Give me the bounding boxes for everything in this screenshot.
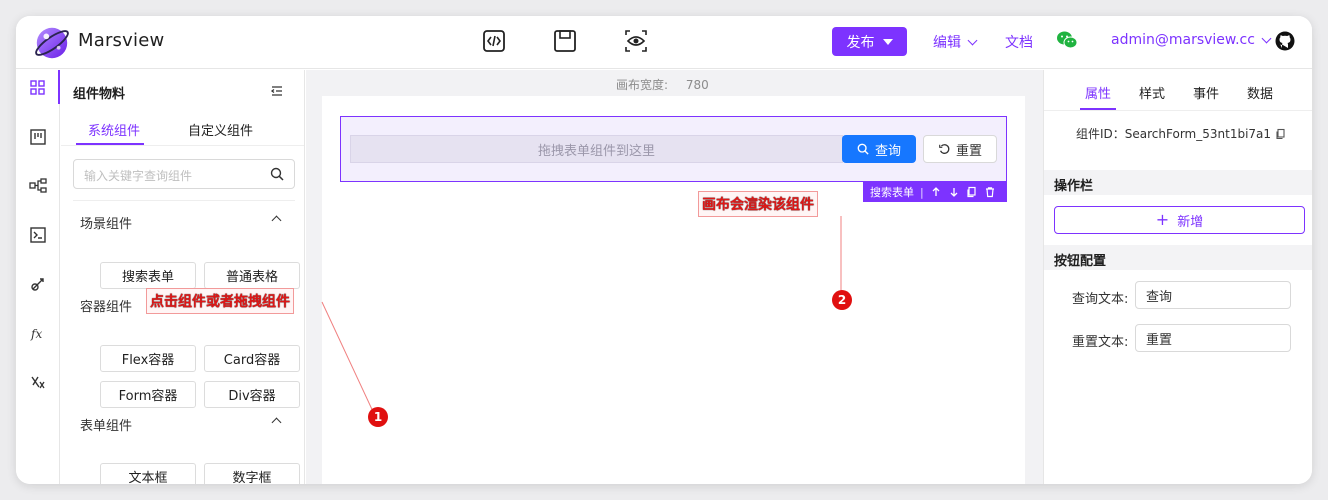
- query-label: 查询: [874, 143, 901, 159]
- component-id: 组件ID：SearchForm_53nt1bi7a1: [1076, 125, 1287, 142]
- group-title-scene: 场景组件: [80, 217, 133, 232]
- docs-link[interactable]: 文档: [1005, 32, 1033, 52]
- outline-icon[interactable]: [29, 128, 47, 146]
- function-icon[interactable]: fx: [29, 324, 47, 342]
- props-tab-divider: [1044, 110, 1312, 111]
- api-icon[interactable]: [29, 275, 47, 293]
- wechat-icon[interactable]: [1056, 30, 1078, 50]
- marsview-logo-icon[interactable]: [33, 24, 71, 62]
- tab-properties[interactable]: 属性: [1085, 83, 1111, 102]
- section-actions: 操作栏: [1044, 170, 1312, 195]
- component-card[interactable]: Card容器: [204, 345, 300, 372]
- arrow-down-icon[interactable]: [948, 186, 960, 198]
- tab-styles[interactable]: 样式: [1139, 83, 1165, 102]
- panel-title: 组件物料: [73, 87, 126, 102]
- components-icon[interactable]: [29, 79, 47, 97]
- left-rail: fx: [16, 70, 60, 484]
- group-divider: [73, 200, 295, 201]
- annotation-note-2: 画布会渲染该组件: [698, 191, 818, 217]
- copy-icon[interactable]: [1275, 128, 1287, 140]
- group-title-form: 表单组件: [80, 419, 133, 434]
- canvas-width-readout: 画布宽度: 780: [616, 76, 709, 93]
- brand-name: Marsview: [78, 30, 165, 51]
- flow-icon[interactable]: [29, 177, 47, 195]
- component-number[interactable]: 数字框: [204, 463, 300, 484]
- user-label: admin@marsview.cc: [1111, 32, 1255, 48]
- add-button[interactable]: + 新增: [1054, 206, 1305, 234]
- selected-component-name: 搜索表单: [870, 186, 914, 199]
- edit-label: 编辑: [933, 35, 961, 51]
- tab-custom-components[interactable]: 自定义组件: [188, 120, 253, 139]
- tab-events[interactable]: 事件: [1193, 83, 1219, 102]
- reset-text-label: 重置文本:: [1072, 335, 1129, 350]
- component-div[interactable]: Div容器: [204, 381, 300, 408]
- publish-button[interactable]: 发布: [832, 27, 907, 56]
- reset-button[interactable]: 重置: [923, 135, 997, 163]
- reload-icon: [939, 144, 950, 154]
- tab-divider: [61, 145, 304, 146]
- query-button[interactable]: 查询: [842, 135, 916, 163]
- component-id-text: 组件ID：SearchForm_53nt1bi7a1: [1076, 127, 1272, 141]
- query-text-input[interactable]: [1135, 281, 1291, 309]
- svg-text:fx: fx: [30, 327, 42, 341]
- chevron-up-icon[interactable]: [271, 215, 282, 226]
- properties-panel: 属性 样式 事件 数据 组件ID：SearchForm_53nt1bi7a1 操…: [1043, 70, 1312, 484]
- chevron-down-icon: [1261, 33, 1272, 43]
- terminal-icon[interactable]: [29, 226, 47, 244]
- delete-icon[interactable]: [984, 186, 996, 198]
- top-header: Marsview 发布 编辑 文档 admin@marsview.cc: [16, 16, 1312, 69]
- docs-label: 文档: [1005, 35, 1033, 51]
- section-button-config: 按钮配置: [1044, 245, 1312, 270]
- materials-panel: 组件物料 系统组件 自定义组件 输入关键字查询组件 场景组件 搜索表单 普通表格…: [61, 70, 305, 484]
- github-icon[interactable]: [1275, 31, 1295, 51]
- search-placeholder: 输入关键字查询组件: [84, 169, 193, 183]
- toolbar-separator: |: [920, 185, 924, 199]
- search-form-component[interactable]: 拖拽表单组件到这里 查询 重置: [340, 116, 1007, 182]
- annotation-dot-2: 2: [832, 290, 852, 310]
- group-title-container: 容器组件: [80, 300, 133, 315]
- rail-active-indicator: [58, 70, 60, 104]
- selection-toolbar: 搜索表单 |: [863, 182, 1007, 202]
- search-icon: [857, 143, 869, 155]
- variables-icon[interactable]: [29, 373, 47, 391]
- component-form[interactable]: Form容器: [100, 381, 196, 408]
- component-input[interactable]: 文本框: [100, 463, 196, 484]
- save-icon[interactable]: [552, 28, 578, 54]
- query-text-label: 查询文本:: [1072, 292, 1129, 307]
- edit-menu[interactable]: 编辑: [933, 32, 978, 52]
- annotation-note-1: 点击组件或者拖拽组件: [146, 288, 294, 314]
- user-menu[interactable]: admin@marsview.cc: [1111, 32, 1272, 48]
- component-flex[interactable]: Flex容器: [100, 345, 196, 372]
- publish-label: 发布: [846, 34, 875, 51]
- search-icon[interactable]: [270, 167, 284, 181]
- caret-down-icon: [882, 38, 893, 45]
- chevron-down-icon: [967, 35, 978, 45]
- component-table[interactable]: 普通表格: [204, 262, 300, 289]
- copy-icon[interactable]: [966, 186, 978, 198]
- tab-data[interactable]: 数据: [1247, 83, 1273, 102]
- chevron-up-icon[interactable]: [271, 417, 282, 428]
- code-icon[interactable]: [481, 28, 507, 54]
- component-search-input[interactable]: 输入关键字查询组件: [73, 159, 295, 189]
- canvas-width-label: 画布宽度:: [616, 78, 669, 92]
- component-search-form[interactable]: 搜索表单: [100, 262, 196, 289]
- drop-zone[interactable]: 拖拽表单组件到这里: [350, 135, 843, 163]
- collapse-icon[interactable]: [269, 83, 285, 99]
- plus-icon: +: [1155, 210, 1170, 229]
- preview-icon[interactable]: [623, 28, 649, 54]
- tab-system-components[interactable]: 系统组件: [88, 120, 140, 139]
- arrow-up-icon[interactable]: [930, 186, 942, 198]
- add-label: 新增: [1177, 214, 1204, 230]
- reset-text-input[interactable]: [1135, 324, 1291, 352]
- reset-label: 重置: [955, 143, 982, 159]
- app-window: Marsview 发布 编辑 文档 admin@marsview.cc fx 组…: [16, 16, 1312, 484]
- annotation-dot-1: 1: [368, 407, 388, 427]
- canvas-width-value: 780: [685, 78, 709, 92]
